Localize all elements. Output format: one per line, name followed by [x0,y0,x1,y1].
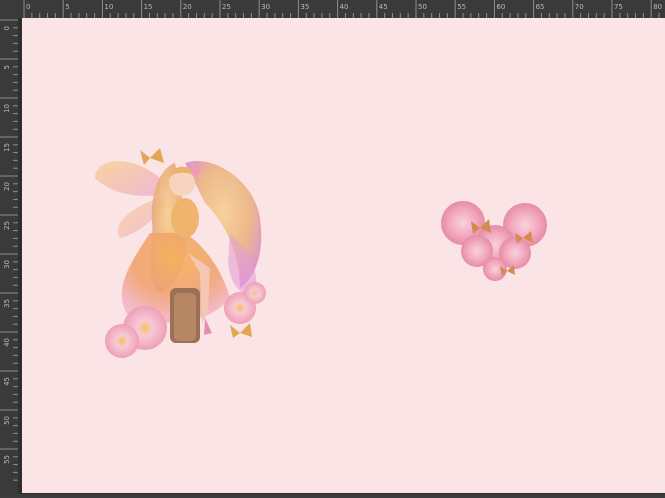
ruler-top-label: 25 [222,3,231,11]
ruler-left-label: 45 [3,377,11,386]
ruler-top-label: 20 [183,3,192,11]
ruler-top-label: 10 [104,3,113,11]
ruler-top-label: 80 [653,3,662,11]
ruler-top-label: 15 [144,3,153,11]
ruler-top-label: 30 [261,3,270,11]
ruler-top-label: 60 [496,3,505,11]
ruler-left-label: 5 [3,65,11,69]
ruler-top-label: 40 [340,3,349,11]
flower-heart-illustration[interactable] [435,193,555,285]
vertical-ruler[interactable]: 0 5 10 15 20 25 30 35 40 45 50 55 [0,18,19,494]
ruler-left-label: 0 [3,26,11,30]
ruler-top-label: 5 [65,3,69,11]
ruler-corner [0,0,19,19]
ruler-left-label: 35 [3,299,11,308]
ruler-left-label: 20 [3,182,11,191]
ruler-left-label: 15 [3,143,11,152]
ruler-top-label: 50 [418,3,427,11]
ruler-top-label: 35 [300,3,309,11]
ruler-top-label: 70 [575,3,584,11]
ruler-top-label: 45 [379,3,388,11]
ruler-top-label: 55 [457,3,466,11]
horizontal-ruler[interactable]: 0 5 10 15 20 25 30 35 40 45 50 55 60 65 70 75 80 [18,0,665,19]
ruler-left-label: 40 [3,338,11,347]
ruler-left-label: 50 [3,416,11,425]
ruler-top-label: 0 [26,3,30,11]
ruler-left-label: 25 [3,221,11,230]
fairy-illustration[interactable] [90,123,280,368]
ruler-left-label: 30 [3,260,11,269]
ruler-left-label: 10 [3,104,11,113]
ruler-left-label: 55 [3,455,11,464]
ruler-top-label: 75 [614,3,623,11]
document-canvas[interactable] [22,18,665,493]
ruler-top-label: 65 [536,3,545,11]
